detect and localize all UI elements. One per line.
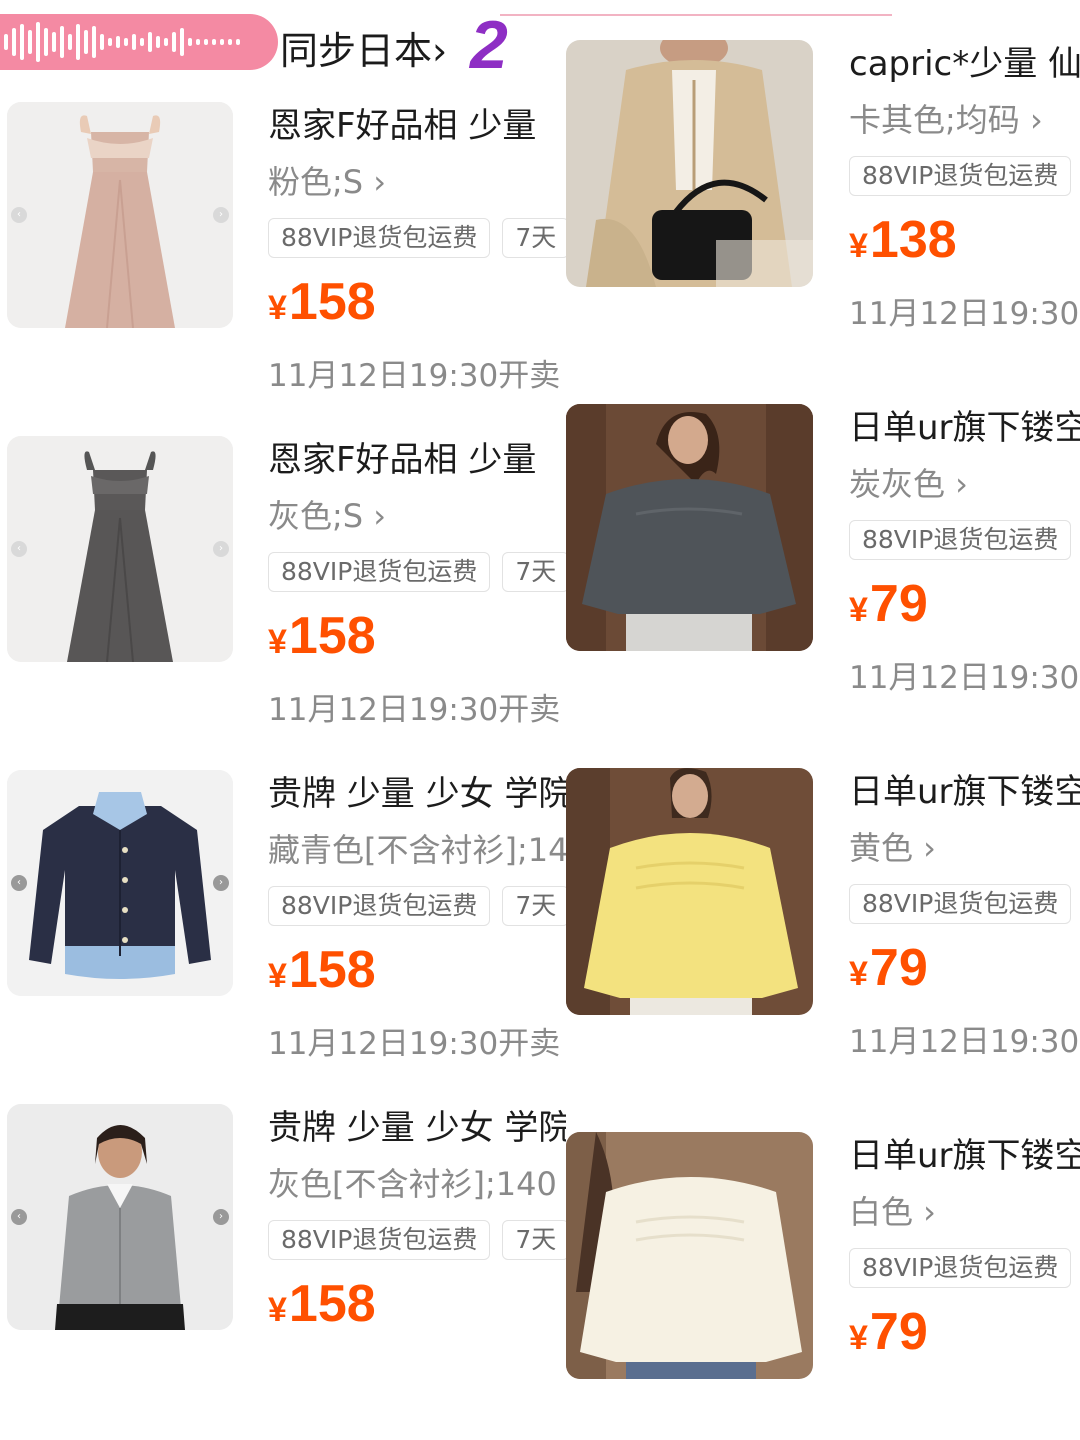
- price-value: 79: [869, 1303, 928, 1361]
- product-price: ¥158: [268, 272, 566, 332]
- product-title: 贵牌 少量 少女 学院: [268, 1108, 566, 1148]
- product-image-navy-cardigan[interactable]: ‹ ›: [7, 770, 233, 996]
- sale-time: 11月12日19:30开卖: [268, 692, 561, 728]
- chevron-left-icon[interactable]: ‹: [11, 541, 27, 557]
- product-image-beige-cardigan[interactable]: [566, 40, 813, 287]
- tag-88vip: 88VIP退货包运费: [849, 520, 1072, 560]
- currency-symbol: ¥: [849, 591, 868, 629]
- price-value: 79: [869, 939, 928, 997]
- currency-symbol: ¥: [849, 227, 868, 265]
- price-value: 158: [288, 273, 376, 331]
- currency-symbol: ¥: [849, 955, 868, 993]
- product-price: ¥79: [849, 1302, 1080, 1362]
- product-card[interactable]: 日单ur旗下镂空 黄色 › 88VIP退货包运费 ¥79 11月12日19:30: [566, 768, 1080, 1088]
- product-card[interactable]: ‹ › 贵牌 少量 少女 学院 藏青色[不含衬衫];140 88VIP退货包运费…: [0, 770, 566, 1070]
- product-sku[interactable]: 卡其色;均码 ›: [849, 98, 1080, 142]
- price-value: 158: [288, 941, 376, 999]
- chevron-left-icon[interactable]: ‹: [11, 207, 27, 223]
- price-value: 138: [869, 211, 957, 269]
- tag-88vip: 88VIP退货包运费: [268, 552, 491, 592]
- price-value: 79: [869, 575, 928, 633]
- chevron-left-icon[interactable]: ‹: [11, 875, 27, 891]
- tag-88vip: 88VIP退货包运费: [268, 1220, 491, 1260]
- product-sku[interactable]: 灰色;S ›: [268, 494, 566, 538]
- chevron-left-icon[interactable]: ‹: [11, 1209, 27, 1225]
- chevron-right-icon[interactable]: ›: [213, 875, 229, 891]
- product-price: ¥79: [849, 574, 1080, 634]
- product-card[interactable]: 日单ur旗下镂空 白色 › 88VIP退货包运费 ¥79: [566, 1132, 1080, 1432]
- product-price: ¥158: [268, 1274, 566, 1334]
- product-sku[interactable]: 粉色;S ›: [268, 160, 566, 204]
- product-sku[interactable]: 藏青色[不含衬衫];140: [268, 828, 566, 872]
- product-title: 恩家F好品相 少量: [268, 106, 537, 146]
- product-card[interactable]: 日单ur旗下镂空 炭灰色 › 88VIP退货包运费 ¥79 11月12日19:3…: [566, 404, 1080, 724]
- sale-time: 11月12日19:30: [849, 1024, 1080, 1060]
- product-image-grey-cardigan[interactable]: ‹ ›: [7, 1104, 233, 1330]
- product-image-yellow-sweater[interactable]: [566, 768, 813, 1015]
- product-price: ¥79: [849, 938, 1080, 998]
- product-image-white-sweater[interactable]: [566, 1132, 813, 1379]
- product-title: capric*少量 仙: [849, 44, 1080, 84]
- product-card[interactable]: capric*少量 仙 卡其色;均码 › 88VIP退货包运费 ¥138 11月…: [566, 40, 1080, 360]
- currency-symbol: ¥: [268, 623, 287, 661]
- currency-symbol: ¥: [849, 1319, 868, 1357]
- audio-wave-icon[interactable]: [0, 14, 278, 70]
- price-value: 158: [288, 607, 376, 665]
- tag-88vip: 88VIP退货包运费: [268, 886, 491, 926]
- product-sku[interactable]: 白色 ›: [849, 1190, 1080, 1234]
- product-title: 日单ur旗下镂空: [849, 1136, 1080, 1176]
- product-title: 贵牌 少量 少女 学院: [268, 774, 566, 814]
- tag-88vip: 88VIP退货包运费: [268, 218, 491, 258]
- sale-time: 11月12日19:30: [849, 296, 1080, 332]
- sync-japan-link[interactable]: 同步日本›: [280, 20, 447, 75]
- chevron-right-icon: ›: [432, 29, 448, 73]
- sale-time: 11月12日19:30: [849, 660, 1080, 696]
- tag-88vip: 88VIP退货包运费: [849, 156, 1072, 196]
- chevron-right-icon[interactable]: ›: [213, 207, 229, 223]
- product-title: 日单ur旗下镂空: [849, 772, 1080, 812]
- tag-88vip: 88VIP退货包运费: [849, 1248, 1072, 1288]
- tag-7day: 7天: [502, 1220, 566, 1260]
- sale-time: 11月12日19:30开卖: [268, 1026, 561, 1062]
- price-value: 158: [288, 1275, 376, 1333]
- product-image-charcoal-sweater[interactable]: [566, 404, 813, 651]
- product-price: ¥158: [268, 606, 566, 666]
- product-title: 日单ur旗下镂空: [849, 408, 1080, 448]
- banner-divider: [500, 14, 892, 16]
- product-card[interactable]: ‹ › 恩家F好品相 少量 灰色;S › 88VIP退货包运费 7天 ¥158 …: [0, 436, 566, 736]
- product-title: 恩家F好品相 少量: [268, 440, 537, 480]
- currency-symbol: ¥: [268, 1291, 287, 1329]
- product-price: ¥138: [849, 210, 1080, 270]
- currency-symbol: ¥: [268, 957, 287, 995]
- sale-time: 11月12日19:30开卖: [268, 358, 561, 394]
- tag-7day: 7天: [502, 552, 566, 592]
- tag-7day: 7天: [502, 218, 566, 258]
- product-sku[interactable]: 灰色[不含衬衫];140: [268, 1162, 566, 1206]
- chevron-right-icon[interactable]: ›: [213, 541, 229, 557]
- currency-symbol: ¥: [268, 289, 287, 327]
- product-image-pink-dress[interactable]: ‹ ›: [7, 102, 233, 328]
- product-price: ¥158: [268, 940, 566, 1000]
- sync-japan-label: 同步日本: [280, 29, 433, 73]
- product-sku[interactable]: 黄色 ›: [849, 826, 1080, 870]
- product-card[interactable]: ‹ › 贵牌 少量 少女 学院 灰色[不含衬衫];140 88VIP退货包运费 …: [0, 1104, 566, 1404]
- chevron-right-icon[interactable]: ›: [213, 1209, 229, 1225]
- product-image-grey-dress[interactable]: ‹ ›: [7, 436, 233, 662]
- product-sku[interactable]: 炭灰色 ›: [849, 462, 1080, 506]
- page-number: 2: [470, 7, 508, 83]
- product-card[interactable]: ‹ › 恩家F好品相 少量 粉色;S › 88VIP退货包运费 7天 ¥158 …: [0, 102, 566, 402]
- tag-7day: 7天: [502, 886, 566, 926]
- tag-88vip: 88VIP退货包运费: [849, 884, 1072, 924]
